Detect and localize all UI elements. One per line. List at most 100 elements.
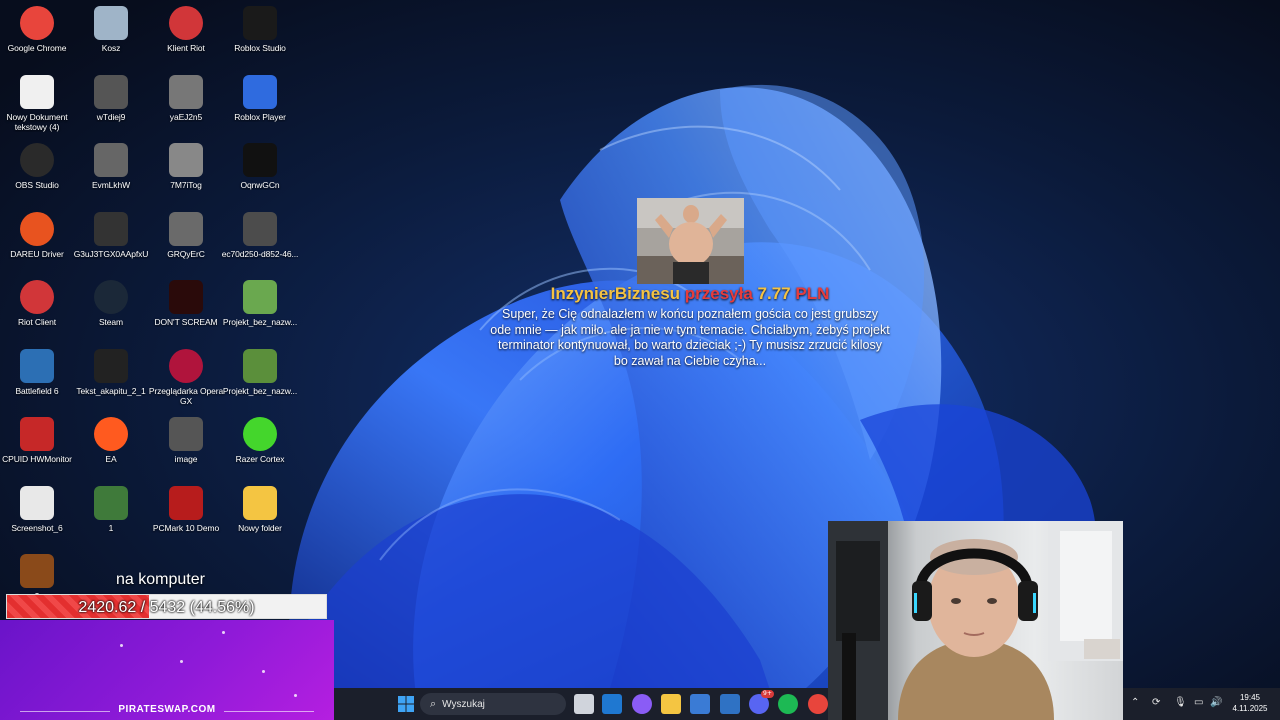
outlook-icon[interactable] — [602, 694, 622, 714]
desktop-icon[interactable]: 1 — [75, 482, 147, 548]
image-file-icon — [243, 280, 277, 314]
desktop-icon-label: DON'T SCREAM — [154, 317, 218, 327]
pcmark-icon — [169, 486, 203, 520]
alert-image — [637, 198, 744, 284]
desktop-icon[interactable]: Battlefield 6 — [1, 345, 73, 411]
steam-icon — [94, 280, 128, 314]
desktop-icon-label: Google Chrome — [7, 43, 67, 53]
image-file-icon — [20, 486, 54, 520]
start-button[interactable] — [396, 694, 416, 714]
desktop-icon[interactable]: OqnwGCn — [224, 139, 296, 205]
microphone-icon[interactable]: 🎙 — [1174, 697, 1187, 708]
desktop-icon[interactable]: Roblox Player — [224, 71, 296, 137]
riot-client-icon — [20, 280, 54, 314]
network-icon[interactable]: ▭ — [1194, 697, 1203, 708]
taskbar-search-box[interactable]: ⌕ Wyszukaj — [420, 693, 566, 715]
desktop-icon-label: Projekt_bez_nazw... — [222, 317, 298, 327]
roblox-player-icon — [243, 75, 277, 109]
goal-caption: na komputer — [116, 571, 205, 588]
battlefield-icon — [20, 349, 54, 383]
desktop-icon[interactable]: EA — [75, 413, 147, 479]
desktop-icon-label: PCMark 10 Demo — [152, 523, 220, 533]
sync-icon[interactable]: ⟳ — [1152, 697, 1160, 708]
video-file-icon — [169, 143, 203, 177]
dont-scream-icon — [169, 280, 203, 314]
clock-date: 4.11.2025 — [1232, 704, 1268, 713]
discord-icon[interactable]: 9+ — [749, 690, 774, 714]
desktop-icon[interactable]: ec70d250-d852-46... — [222, 208, 298, 274]
desktop-icon-label: wTdiej9 — [96, 112, 126, 122]
desktop-icon[interactable]: image — [150, 413, 222, 479]
microsoft-store-icon[interactable] — [690, 694, 710, 714]
desktop-icon-label: ec70d250-d852-46... — [221, 249, 299, 259]
desktop-icon[interactable]: OBS Studio — [1, 139, 73, 205]
desktop-icon[interactable]: Klient Riot — [150, 2, 222, 68]
desktop-icon-label: Riot Client — [17, 317, 57, 327]
video-file-icon — [94, 75, 128, 109]
desktop-icon[interactable]: CPUID HWMonitor — [1, 413, 73, 479]
desktop-icon-label: Roblox Studio — [234, 43, 286, 53]
desktop-icon-label: Projekt_bez_nazw... — [222, 386, 298, 396]
desktop-icon[interactable]: Roblox Studio — [224, 2, 296, 68]
goal-progress-text: 2420.62 / 5432 (44.56%) — [78, 599, 255, 616]
spotify-icon[interactable] — [778, 694, 798, 714]
desktop-icon[interactable]: EvmLkhW — [75, 139, 147, 205]
desktop-icon-label: image — [174, 454, 198, 464]
desktop-icon-label: OBS Studio — [15, 180, 59, 190]
discord-notification-badge: 9+ — [761, 690, 774, 698]
search-placeholder: Wyszukaj — [442, 698, 485, 710]
desktop-icon-label: G3uJ3TGX0AApfxU — [73, 249, 149, 259]
chrome-icon — [20, 6, 54, 40]
donation-amount: 7.77 — [757, 284, 791, 303]
desktop-icon[interactable]: Razer Cortex — [224, 413, 296, 479]
desktop-icon-label: Battlefield 6 — [15, 386, 59, 396]
video-file-icon — [243, 143, 277, 177]
desktop-icon-label: 1 — [108, 523, 114, 533]
desktop-icon-label: Razer Cortex — [235, 454, 285, 464]
image-file-icon — [94, 486, 128, 520]
desktop-icon[interactable]: Riot Client — [1, 276, 73, 342]
desktop-icon[interactable]: PCMark 10 Demo — [150, 482, 222, 548]
desktop-icon[interactable]: Nowy folder — [224, 482, 296, 548]
desktop-icon[interactable]: Kosz — [75, 2, 147, 68]
desktop-icon-label: GRQyErC — [167, 249, 205, 259]
desktop-icon[interactable]: G3uJ3TGX0AApfxU — [74, 208, 148, 274]
image-file-icon — [243, 349, 277, 383]
desktop-icon[interactable]: Google Chrome — [1, 2, 73, 68]
volume-icon[interactable]: 🔊 — [1210, 697, 1222, 708]
desktop-icon[interactable]: 7M7iTog — [150, 139, 222, 205]
desktop-icon[interactable]: Steam — [75, 276, 147, 342]
taskbar-clock[interactable]: 19:45 4.11.2025 — [1226, 692, 1274, 714]
task-view-icon[interactable] — [574, 694, 594, 714]
video-file-icon — [243, 212, 277, 246]
desktop-icon[interactable]: Przeglądarka Opera GX — [149, 345, 223, 411]
desktop-icon[interactable]: Tekst_akapitu_2_1 — [75, 345, 147, 411]
desktop-icon[interactable]: GRQyErC — [150, 208, 222, 274]
promo-banner: PIRATESWAP.COM — [0, 620, 334, 720]
ea-icon — [94, 417, 128, 451]
desktop-icon[interactable]: DON'T SCREAM — [150, 276, 222, 342]
desktop-icon-label: 7M7iTog — [170, 180, 202, 190]
desktop-icon-label: CPUID HWMonitor — [2, 454, 72, 464]
desktop-icon[interactable]: Screenshot_6 — [1, 482, 73, 548]
desktop-icon-label: EvmLkhW — [91, 180, 131, 190]
donation-currency: PLN — [795, 284, 830, 303]
recycle-bin-icon — [94, 6, 128, 40]
desktop-icon[interactable]: DAREU Driver — [1, 208, 73, 274]
search-icon: ⌕ — [430, 697, 437, 710]
teams-icon[interactable] — [720, 694, 740, 714]
obs-studio-icon — [20, 143, 54, 177]
desktop-icon[interactable]: yaEJ2n5 — [150, 71, 222, 137]
desktop-icon[interactable]: Projekt_bez_nazw... — [223, 276, 297, 342]
desktop-icon[interactable]: Nowy Dokument tekstowy (4) — [1, 71, 73, 137]
razer-cortex-icon — [243, 417, 277, 451]
desktop-icon-label: OqnwGCn — [240, 180, 280, 190]
copilot-icon[interactable] — [632, 694, 652, 714]
show-hidden-icons-chevron-icon[interactable]: ⌃ — [1131, 697, 1139, 708]
desktop-icon[interactable]: wTdiej9 — [75, 71, 147, 137]
file-explorer-icon[interactable] — [661, 694, 681, 714]
desktop-icon-label: Przeglądarka Opera GX — [148, 386, 224, 406]
chrome-icon[interactable] — [808, 694, 828, 714]
desktop-icon[interactable]: Projekt_bez_nazw... — [223, 345, 297, 411]
image-file-icon — [94, 349, 128, 383]
